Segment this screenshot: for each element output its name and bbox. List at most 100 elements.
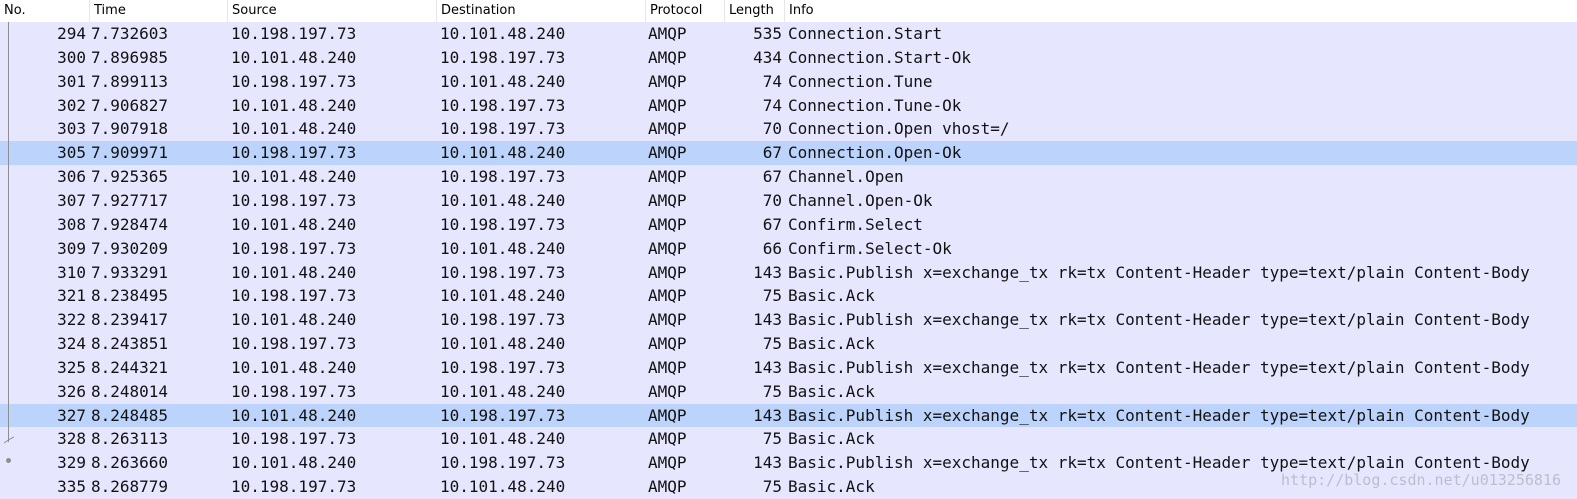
packet-row[interactable]: 300 7.896985 10.101.48.240 10.198.197.73 AMQ… — [0, 45, 1577, 70]
packet-destination: 10.101.48.240 — [440, 71, 566, 91]
packet-time: 7.928474 — [91, 214, 169, 234]
packet-no: 322 — [57, 310, 86, 330]
packet-row[interactable]: 335 8.268779 10.198.197.73 10.101.48.240 AMQ… — [0, 475, 1577, 499]
packet-protocol: AMQP — [648, 381, 687, 401]
packet-info: Connection.Tune-Ok — [788, 95, 962, 115]
packet-row[interactable]: 309 7.930209 10.198.197.73 10.101.48.240 AMQ… — [0, 236, 1577, 261]
packet-length: 70 — [762, 190, 782, 210]
packet-protocol: AMQP — [648, 357, 687, 377]
packet-info: Confirm.Select — [788, 214, 923, 234]
packet-time: 7.732603 — [91, 24, 169, 43]
packet-destination: 10.198.197.73 — [440, 453, 566, 473]
packet-protocol: AMQP — [648, 95, 687, 115]
packet-row[interactable]: 294 7.732603 10.198.197.73 10.101.48.240 AMQ… — [0, 22, 1577, 46]
packet-length: 143 — [753, 262, 782, 282]
packet-time: 7.909971 — [91, 143, 169, 163]
packet-source: 10.198.197.73 — [231, 286, 357, 306]
packet-length: 143 — [753, 405, 782, 425]
packet-info: Basic.Ack — [788, 477, 875, 497]
packet-source: 10.101.48.240 — [231, 357, 357, 377]
packet-row[interactable]: 302 7.906827 10.101.48.240 10.198.197.73 AMQ… — [0, 93, 1577, 118]
column-header-info[interactable]: Info — [785, 0, 1577, 22]
packet-info: Confirm.Select-Ok — [788, 238, 952, 258]
packet-source: 10.101.48.240 — [231, 214, 357, 234]
packet-source: 10.101.48.240 — [231, 167, 357, 187]
packet-no: 306 — [57, 167, 86, 187]
packet-row[interactable]: 326 8.248014 10.198.197.73 10.101.48.240 AMQ… — [0, 379, 1577, 404]
packet-destination: 10.198.197.73 — [440, 310, 566, 330]
packet-no: 302 — [57, 95, 86, 115]
packet-row[interactable]: 306 7.925365 10.101.48.240 10.198.197.73 AMQ… — [0, 165, 1577, 190]
column-header-destination[interactable]: Destination — [437, 0, 646, 22]
packet-row[interactable]: 328 8.263113 10.198.197.73 10.101.48.240 AMQ… — [0, 427, 1577, 452]
packet-no: 326 — [57, 381, 86, 401]
packet-row[interactable]: 310 7.933291 10.101.48.240 10.198.197.73 AMQ… — [0, 260, 1577, 285]
packet-source: 10.101.48.240 — [231, 405, 357, 425]
packet-length: 75 — [762, 381, 782, 401]
packet-row[interactable]: 308 7.928474 10.101.48.240 10.198.197.73 AMQ… — [0, 212, 1577, 237]
packet-info: Basic.Publish x=exchange_tx rk=tx Conten… — [788, 310, 1530, 330]
packet-destination: 10.101.48.240 — [440, 334, 566, 354]
packet-info: Connection.Tune — [788, 71, 933, 91]
packet-destination: 10.198.197.73 — [440, 262, 566, 282]
packet-row[interactable]: 322 8.239417 10.101.48.240 10.198.197.73 AMQ… — [0, 308, 1577, 333]
packet-no: 301 — [57, 71, 86, 91]
packet-info: Basic.Ack — [788, 334, 875, 354]
packet-protocol: AMQP — [648, 453, 687, 473]
packet-protocol: AMQP — [648, 143, 687, 163]
packet-protocol: AMQP — [648, 238, 687, 258]
packet-row[interactable]: 305 7.909971 10.198.197.73 10.101.48.240 AMQ… — [0, 141, 1577, 166]
packet-no: 310 — [57, 262, 86, 282]
packet-time: 7.899113 — [91, 71, 169, 91]
packet-length: 143 — [753, 453, 782, 473]
packet-time: 8.248485 — [91, 405, 169, 425]
packet-protocol: AMQP — [648, 119, 687, 139]
packet-protocol: AMQP — [648, 310, 687, 330]
packet-source: 10.101.48.240 — [231, 47, 357, 67]
packet-length: 67 — [762, 214, 782, 234]
column-header-protocol[interactable]: Protocol — [646, 0, 725, 22]
packet-info: Basic.Ack — [788, 429, 875, 449]
column-header-source[interactable]: Source — [228, 0, 437, 22]
packet-info: Basic.Publish x=exchange_tx rk=tx Conten… — [788, 405, 1530, 425]
packet-length: 535 — [753, 24, 782, 43]
packet-row[interactable]: 324 8.243851 10.198.197.73 10.101.48.240 AMQ… — [0, 332, 1577, 357]
packet-no: 308 — [57, 214, 86, 234]
packet-protocol: AMQP — [648, 190, 687, 210]
packet-row[interactable]: 301 7.899113 10.198.197.73 10.101.48.240 AMQ… — [0, 69, 1577, 94]
packet-source: 10.101.48.240 — [231, 310, 357, 330]
packet-source: 10.198.197.73 — [231, 429, 357, 449]
packet-destination: 10.101.48.240 — [440, 143, 566, 163]
packet-length: 434 — [753, 47, 782, 67]
packet-length: 74 — [762, 95, 782, 115]
packet-no: 324 — [57, 334, 86, 354]
packet-row[interactable]: 307 7.927717 10.198.197.73 10.101.48.240 AMQ… — [0, 188, 1577, 213]
packet-source: 10.198.197.73 — [231, 477, 357, 497]
column-header-time[interactable]: Time — [90, 0, 228, 22]
packet-length: 75 — [762, 429, 782, 449]
packet-row[interactable]: 329 8.263660 10.101.48.240 10.198.197.73 AMQ… — [0, 451, 1577, 476]
packet-destination: 10.101.48.240 — [440, 238, 566, 258]
packet-row[interactable]: 327 8.248485 10.101.48.240 10.198.197.73 AMQ… — [0, 403, 1577, 428]
packet-info: Channel.Open-Ok — [788, 190, 933, 210]
packet-row[interactable]: 321 8.238495 10.198.197.73 10.101.48.240 AMQ… — [0, 284, 1577, 309]
packet-length: 66 — [762, 238, 782, 258]
column-header-no[interactable]: No. — [0, 0, 90, 22]
packet-destination: 10.101.48.240 — [440, 429, 566, 449]
packet-no: 307 — [57, 190, 86, 210]
packet-row[interactable]: 325 8.244321 10.101.48.240 10.198.197.73 AMQ… — [0, 355, 1577, 380]
packet-time: 8.268779 — [91, 477, 169, 497]
packet-source: 10.101.48.240 — [231, 453, 357, 473]
packet-protocol: AMQP — [648, 405, 687, 425]
packet-source: 10.198.197.73 — [231, 143, 357, 163]
related-packet-line — [8, 22, 9, 442]
column-header-length[interactable]: Length — [725, 0, 785, 22]
packet-source: 10.198.197.73 — [231, 71, 357, 91]
packet-info: Basic.Ack — [788, 286, 875, 306]
packet-protocol: AMQP — [648, 47, 687, 67]
packet-no: 321 — [57, 286, 86, 306]
packet-row[interactable]: 303 7.907918 10.101.48.240 10.198.197.73 AMQ… — [0, 117, 1577, 142]
packet-list[interactable]: No. Time Source Destination Protocol Len… — [0, 0, 1577, 499]
packet-destination: 10.198.197.73 — [440, 47, 566, 67]
packet-destination: 10.101.48.240 — [440, 24, 566, 43]
